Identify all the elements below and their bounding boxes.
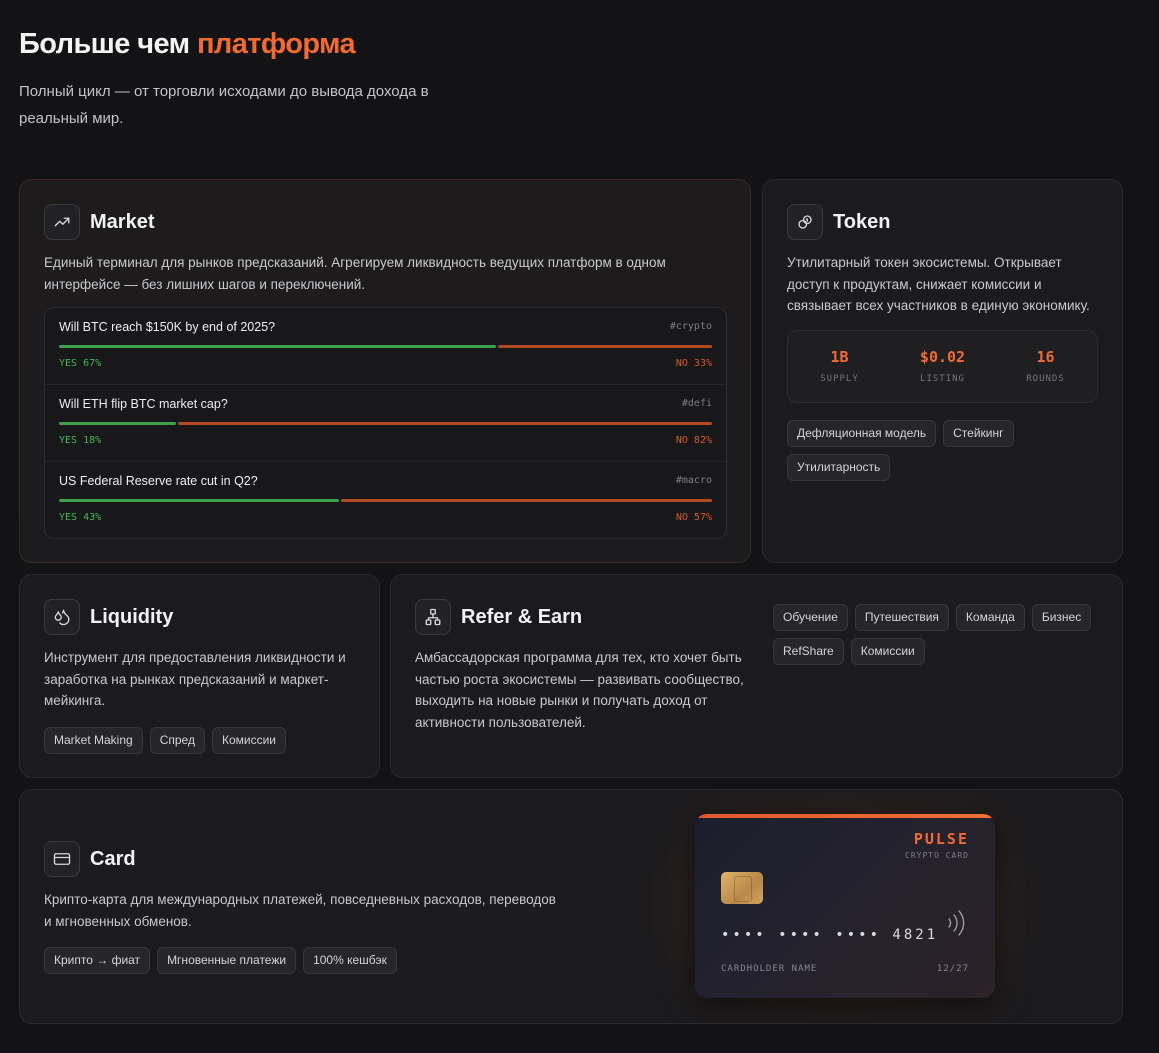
page-title-accent: платформа bbox=[196, 28, 356, 60]
market-odds-bar bbox=[59, 345, 712, 348]
stat-listing: $0.02 LISTING bbox=[891, 331, 994, 402]
stat-supply: 1B SUPPLY bbox=[788, 331, 891, 402]
tag[interactable]: Команда bbox=[955, 604, 1025, 631]
credit-card-visual: PULSE CRYPTO CARD •••• •••• •••• 4821 CA… bbox=[695, 814, 995, 998]
market-category-tag: #macro bbox=[675, 475, 712, 486]
card-description: Крипто-карта для международных платежей,… bbox=[44, 892, 556, 929]
refer-description: Амбассадорская программа для тех, кто хо… bbox=[415, 650, 744, 730]
tag[interactable]: Спред bbox=[149, 727, 205, 754]
tag[interactable]: Крипто → фиат bbox=[44, 947, 151, 974]
card-brand-sub: CRYPTO CARD bbox=[905, 851, 969, 860]
card-product-card[interactable]: Card Крипто-карта для международных плат… bbox=[19, 789, 1123, 1024]
no-bar bbox=[177, 422, 712, 425]
market-question: Will ETH flip BTC market cap? bbox=[59, 397, 228, 411]
coins-icon bbox=[787, 204, 823, 240]
tag[interactable]: Путешествия bbox=[854, 604, 949, 631]
market-odds-bar bbox=[59, 499, 712, 502]
tag[interactable]: Обучение bbox=[773, 604, 848, 631]
market-category-tag: #crypto bbox=[669, 321, 712, 332]
page-title: Больше чем платформа bbox=[19, 28, 356, 61]
market-item[interactable]: Will BTC reach $150K by end of 2025? #cr… bbox=[45, 308, 726, 385]
yes-bar bbox=[59, 499, 339, 502]
trending-up-icon bbox=[44, 204, 80, 240]
market-title: Market bbox=[90, 210, 155, 233]
no-odds: NO 33% bbox=[675, 358, 712, 369]
tag[interactable]: 100% кешбэк bbox=[303, 947, 397, 974]
refer-card[interactable]: Refer & Earn Амбассадорская программа дл… bbox=[390, 574, 1123, 778]
liquidity-card[interactable]: Liquidity Инструмент для предоставления … bbox=[19, 574, 380, 778]
yes-bar bbox=[59, 345, 496, 348]
stat-value: $0.02 bbox=[919, 348, 966, 366]
token-description: Утилитарный токен экосистемы. Открывает … bbox=[787, 255, 1090, 313]
market-item[interactable]: US Federal Reserve rate cut in Q2? #macr… bbox=[45, 462, 726, 538]
market-question: Will BTC reach $150K by end of 2025? bbox=[59, 320, 276, 334]
refer-header: Refer & Earn bbox=[415, 599, 582, 635]
tag[interactable]: Комиссии bbox=[850, 638, 925, 665]
page-title-main: Больше чем bbox=[19, 28, 190, 60]
chip-icon bbox=[721, 872, 763, 904]
yes-odds: YES 43% bbox=[59, 512, 102, 523]
token-tags: Дефляционная модель Стейкинг Утилитарнос… bbox=[787, 420, 1102, 481]
credit-card-icon bbox=[44, 841, 80, 877]
tag[interactable]: Стейкинг bbox=[943, 420, 1014, 447]
market-card[interactable]: Market Единый терминал для рынков предск… bbox=[19, 179, 751, 563]
liquidity-tags: Market Making Спред Комиссии bbox=[44, 727, 359, 754]
token-header: Token bbox=[787, 204, 890, 240]
refer-title: Refer & Earn bbox=[461, 605, 583, 628]
droplets-icon bbox=[44, 599, 80, 635]
market-header: Market bbox=[44, 204, 154, 240]
card-expiry: 12/27 bbox=[936, 964, 969, 974]
no-odds: NO 57% bbox=[675, 512, 712, 523]
market-description: Единый терминал для рынков предсказаний.… bbox=[44, 255, 666, 292]
yes-bar bbox=[59, 422, 176, 425]
market-odds-bar bbox=[59, 422, 712, 425]
tag[interactable]: Комиссии bbox=[211, 727, 286, 754]
tag[interactable]: RefShare bbox=[773, 638, 844, 665]
card-title: Card bbox=[90, 847, 136, 870]
stat-value: 1B bbox=[830, 348, 849, 366]
token-card[interactable]: Token Утилитарный токен экосистемы. Откр… bbox=[762, 179, 1123, 563]
tag[interactable]: Дефляционная модель bbox=[787, 420, 937, 447]
refer-tags: Обучение Путешествия Команда Бизнес RefS… bbox=[773, 604, 1103, 665]
liquidity-title: Liquidity bbox=[90, 605, 174, 628]
contactless-icon bbox=[948, 910, 965, 936]
stat-label: ROUNDS bbox=[1026, 374, 1065, 384]
tag[interactable]: Утилитарность bbox=[787, 454, 891, 481]
tag[interactable]: Market Making bbox=[44, 727, 143, 754]
no-odds: NO 82% bbox=[675, 435, 712, 446]
no-bar bbox=[340, 499, 712, 502]
market-category-tag: #defi bbox=[681, 398, 712, 409]
network-icon bbox=[415, 599, 451, 635]
market-list: Will BTC reach $150K by end of 2025? #cr… bbox=[44, 307, 727, 539]
page-subtitle: Полный цикл — от торговли исходами до вы… bbox=[19, 83, 429, 127]
card-tags: Крипто → фиат Мгновенные платежи 100% ке… bbox=[44, 947, 564, 974]
card-number: •••• •••• •••• 4821 bbox=[721, 927, 939, 943]
stat-rounds: 16 ROUNDS bbox=[994, 331, 1097, 402]
card-header: Card bbox=[44, 841, 136, 877]
no-bar bbox=[497, 345, 712, 348]
liquidity-description: Инструмент для предоставления ликвидност… bbox=[44, 650, 346, 708]
stat-value: 16 bbox=[1036, 348, 1055, 366]
stat-label: SUPPLY bbox=[820, 374, 859, 384]
card-brand: PULSE bbox=[913, 830, 969, 848]
market-item[interactable]: Will ETH flip BTC market cap? #defi YES … bbox=[45, 385, 726, 462]
yes-odds: YES 18% bbox=[59, 435, 102, 446]
card-accent-line bbox=[695, 814, 995, 818]
cardholder-name: CARDHOLDER NAME bbox=[721, 964, 818, 974]
liquidity-header: Liquidity bbox=[44, 599, 173, 635]
token-title: Token bbox=[833, 210, 891, 233]
stat-label: LISTING bbox=[920, 374, 965, 384]
tag[interactable]: Бизнес bbox=[1031, 604, 1092, 631]
yes-odds: YES 67% bbox=[59, 358, 102, 369]
market-question: US Federal Reserve rate cut in Q2? bbox=[59, 474, 258, 488]
token-stats: 1B SUPPLY $0.02 LISTING 16 ROUNDS bbox=[787, 330, 1098, 403]
tag[interactable]: Мгновенные платежи bbox=[157, 947, 297, 974]
